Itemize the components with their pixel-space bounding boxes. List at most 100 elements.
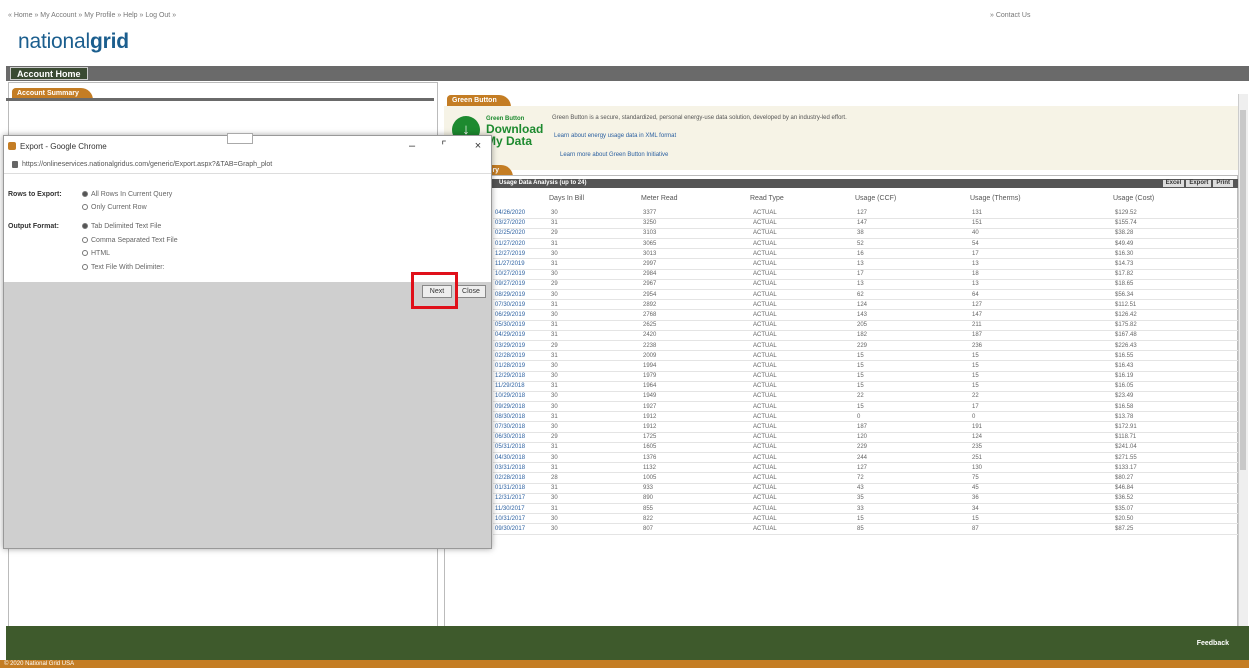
bill-date-link[interactable]: 05/30/2019 xyxy=(493,320,549,331)
table-cell: $129.52 xyxy=(1113,208,1239,219)
bill-date-link[interactable]: 05/31/2018 xyxy=(493,442,549,454)
table-cell: 15 xyxy=(855,513,970,525)
all-rows-option[interactable]: All Rows In Current Query xyxy=(82,191,172,198)
table-cell: 16 xyxy=(855,248,970,260)
export-button[interactable]: Export xyxy=(1186,180,1212,187)
usage-table-title-bar: Usage Data Analysis (up to 24) Excel Exp… xyxy=(445,179,1239,188)
comma-separated-option[interactable]: Comma Separated Text File xyxy=(82,237,178,244)
bill-date-link[interactable]: 01/27/2020 xyxy=(493,238,549,250)
bill-date-link[interactable]: 11/27/2019 xyxy=(493,258,549,270)
feedback-link[interactable]: Feedback xyxy=(1197,640,1229,647)
bill-date-link[interactable]: 11/30/2017 xyxy=(493,503,549,515)
current-row-label: Only Current Row xyxy=(91,204,147,211)
top-links[interactable]: « Home » My Account » My Profile » Help … xyxy=(8,12,176,19)
bill-date-link[interactable]: 06/30/2018 xyxy=(493,432,549,443)
text-delimiter-option[interactable]: Text File With Delimiter: xyxy=(82,264,165,271)
bill-date-link[interactable]: 04/26/2020 xyxy=(493,208,549,219)
col-days-in-bill[interactable]: Days In Bill xyxy=(549,192,584,206)
bill-date-link[interactable]: 01/31/2018 xyxy=(493,483,549,494)
national-grid-logo[interactable]: nationalgrid xyxy=(18,30,129,54)
download-my-data-link[interactable]: Download My Data xyxy=(486,123,543,147)
table-cell: 30 xyxy=(549,493,641,504)
html-option[interactable]: HTML xyxy=(82,250,110,257)
bill-date-link[interactable]: 07/30/2018 xyxy=(493,421,549,433)
table-cell: 64 xyxy=(970,289,1113,301)
table-cell: 30 xyxy=(549,360,641,372)
bill-date-link[interactable]: 10/27/2019 xyxy=(493,269,549,280)
radio-icon[interactable] xyxy=(82,237,88,244)
table-cell: 130 xyxy=(970,462,1113,474)
excel-button[interactable]: Excel xyxy=(1162,180,1185,187)
table-cell: 1376 xyxy=(641,452,751,464)
minimize-icon[interactable]: – xyxy=(404,139,420,153)
table-row: 04/26/2020 30 3377 ACTUAL 127 131 $129.52 xyxy=(493,208,1239,219)
bill-date-link[interactable]: 03/27/2020 xyxy=(493,218,549,229)
table-cell: ACTUAL xyxy=(751,208,855,219)
bill-date-link[interactable]: 03/29/2019 xyxy=(493,340,549,352)
table-cell: $16.43 xyxy=(1113,360,1239,372)
table-cell: 1605 xyxy=(641,442,751,454)
col-meter-read[interactable]: Meter Read xyxy=(641,192,678,206)
bill-date-link[interactable]: 02/28/2018 xyxy=(493,472,549,484)
bill-date-link[interactable]: 11/29/2018 xyxy=(493,381,549,392)
bill-date-link[interactable]: 12/27/2019 xyxy=(493,248,549,260)
bill-date-link[interactable]: 06/29/2019 xyxy=(493,309,549,321)
bill-date-link[interactable]: 01/28/2019 xyxy=(493,360,549,372)
radio-selected-icon[interactable] xyxy=(82,191,88,198)
radio-icon[interactable] xyxy=(82,250,88,257)
maximize-icon[interactable]: ⌜ xyxy=(436,139,452,153)
bill-date-link[interactable]: 08/29/2019 xyxy=(493,289,549,301)
table-row: 12/27/2019 30 3013 ACTUAL 16 17 $16.30 xyxy=(493,248,1239,260)
col-usage-cost[interactable]: Usage (Cost) xyxy=(1113,192,1154,206)
lock-icon xyxy=(12,161,18,168)
radio-icon[interactable] xyxy=(82,204,88,211)
close-button[interactable]: Close xyxy=(456,285,486,298)
bill-date-link[interactable]: 03/31/2018 xyxy=(493,462,549,474)
bill-date-link[interactable]: 04/29/2019 xyxy=(493,330,549,341)
table-row: 03/29/2019 29 2238 ACTUAL 229 236 $226.43 xyxy=(493,340,1239,352)
table-cell: 1949 xyxy=(641,391,751,403)
bill-date-link[interactable]: 10/31/2017 xyxy=(493,513,549,525)
bill-date-link[interactable]: 04/30/2018 xyxy=(493,452,549,464)
bill-date-link[interactable]: 10/29/2018 xyxy=(493,391,549,403)
table-cell: 17 xyxy=(970,401,1113,413)
popup-address-bar[interactable]: https://onlineservices.nationalgridus.co… xyxy=(4,157,491,174)
table-cell: 1725 xyxy=(641,432,751,443)
bill-date-link[interactable]: 09/30/2017 xyxy=(493,523,549,535)
col-read-type[interactable]: Read Type xyxy=(750,192,784,206)
table-cell: 1132 xyxy=(641,462,751,474)
table-cell: ACTUAL xyxy=(751,503,855,515)
bill-date-link[interactable]: 12/29/2018 xyxy=(493,371,549,382)
bill-date-link[interactable]: 07/30/2019 xyxy=(493,299,549,311)
col-usage-ccf[interactable]: Usage (CCF) xyxy=(855,192,896,206)
current-row-option[interactable]: Only Current Row xyxy=(82,204,147,211)
table-cell: 15 xyxy=(855,371,970,382)
table-cell: $133.17 xyxy=(1113,462,1239,474)
delimiter-input[interactable] xyxy=(227,133,253,144)
bill-date-link[interactable]: 02/28/2019 xyxy=(493,350,549,362)
xml-info-link[interactable]: Learn about energy usage data in XML for… xyxy=(554,133,676,139)
bill-date-link[interactable]: 09/29/2018 xyxy=(493,401,549,413)
green-button-initiative-link[interactable]: Learn more about Green Button Initiative xyxy=(560,152,668,158)
print-button[interactable]: Print xyxy=(1213,180,1233,187)
account-home-tab[interactable]: Account Home xyxy=(10,67,88,80)
radio-selected-icon[interactable] xyxy=(82,223,88,230)
table-cell: 120 xyxy=(855,432,970,443)
table-cell: 30 xyxy=(549,309,641,321)
comma-separated-label: Comma Separated Text File xyxy=(91,237,178,244)
table-row: 02/28/2019 31 2009 ACTUAL 15 15 $16.55 xyxy=(493,350,1239,362)
radio-icon[interactable] xyxy=(82,264,88,271)
contact-us-link[interactable]: » Contact Us xyxy=(990,12,1030,19)
bill-date-link[interactable]: 08/30/2018 xyxy=(493,411,549,423)
table-cell: ACTUAL xyxy=(751,218,855,229)
table-cell: $126.42 xyxy=(1113,309,1239,321)
green-button-section: ↓ Green Button Download My Data Green But… xyxy=(444,106,1238,170)
col-usage-therms[interactable]: Usage (Therms) xyxy=(970,192,1021,206)
bill-date-link[interactable]: 02/25/2020 xyxy=(493,228,549,240)
bill-date-link[interactable]: 12/31/2017 xyxy=(493,493,549,504)
close-icon[interactable]: × xyxy=(470,139,486,153)
tab-delimited-option[interactable]: Tab Delimited Text File xyxy=(82,223,161,230)
bill-date-link[interactable]: 09/27/2019 xyxy=(493,279,549,291)
table-row: 11/29/2018 31 1964 ACTUAL 15 15 $16.05 xyxy=(493,381,1239,392)
scrollbar-thumb[interactable] xyxy=(1240,110,1246,470)
